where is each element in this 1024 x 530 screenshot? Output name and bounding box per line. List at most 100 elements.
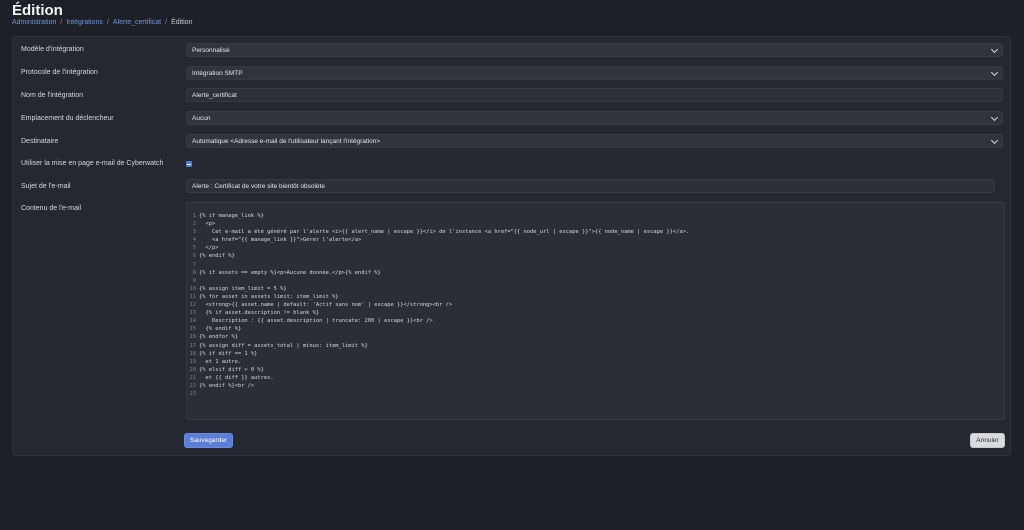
breadcrumb-separator: / <box>106 19 109 26</box>
line-number: 10 <box>189 285 197 292</box>
line-number: 12 <box>189 302 197 309</box>
code-text: {% assign diff = assets_total | minus: i… <box>199 342 368 349</box>
code-text: {% if assets == empty %}<p>Aucune donnée… <box>199 269 381 276</box>
code-text: {% endif %}<br /> <box>199 382 255 389</box>
model-select[interactable]: Personnalisé <box>186 43 1003 57</box>
line-number: 17 <box>189 342 197 349</box>
subject-input[interactable]: Alerte : Certificat de votre site bientô… <box>186 179 995 193</box>
model-label: Modèle d'intégration <box>21 46 84 53</box>
code-line: 18 {% if diff == 1 %} <box>187 350 1004 358</box>
code-line: 4 <a href="{{ manage_link }}">Gérer l'al… <box>187 236 1004 244</box>
code-line: 5 </p> <box>187 244 1004 252</box>
line-number: 13 <box>189 310 197 317</box>
layout-label: Utiliser la mise en page e-mail de Cyber… <box>21 160 164 167</box>
line-number: 11 <box>189 293 197 300</box>
code-text: et 1 autre. <box>199 358 242 365</box>
code-line: 8 {% if assets == empty %}<p>Aucune donné… <box>187 269 1004 277</box>
code-line: 12 <strong>{{ asset.name | default: 'Act… <box>187 301 1004 309</box>
name-input-value: Alerte_certificat <box>192 91 237 99</box>
code-line: 11 {% for asset in assets limit: item_lim… <box>187 293 1004 301</box>
line-number: 2 <box>192 221 196 228</box>
line-number: 20 <box>189 366 197 373</box>
code-line: 15 {% endif %} <box>187 325 1004 333</box>
code-text: {% if diff == 1 %} <box>199 350 258 357</box>
cancel-button[interactable]: Annuler <box>970 433 1005 448</box>
breadcrumb-current: Édition <box>171 19 193 26</box>
breadcrumb-separator: / <box>60 19 63 26</box>
line-number: 1 <box>192 213 196 219</box>
code-line: 22 {% endif %}<br /> <box>187 382 1004 390</box>
code-text: <a href="{{ manage_link }}">Gérer l'aler… <box>199 237 362 244</box>
protocol-select-value: Intégration SMTP <box>192 69 243 77</box>
layout-checkbox[interactable] <box>186 161 192 167</box>
code-text: Description : {{ asset.description | tru… <box>199 318 433 325</box>
code-line: 3 Cet e-mail a été généré par l'alerte <… <box>187 228 1004 236</box>
model-select-value: Personnalisé <box>192 46 230 54</box>
line-number: 8 <box>192 269 196 276</box>
chevron-down-icon <box>990 68 999 77</box>
breadcrumb: Administration / Intégrations / Alerte_c… <box>12 19 192 26</box>
code-line: 10 {% assign item_limit = 5 %} <box>187 285 1004 293</box>
code-text: {% elsif diff > 0 %} <box>199 366 264 373</box>
chevron-down-icon <box>990 113 999 122</box>
trigger-label: Emplacement du déclencheur <box>21 115 114 122</box>
code-text: {% endif %} <box>199 326 242 333</box>
line-number: 3 <box>192 229 196 236</box>
code-line: 17 {% assign diff = assets_total | minus:… <box>187 342 1004 350</box>
breadcrumb-separator: / <box>165 19 168 26</box>
code-line: 9 <box>187 277 1004 285</box>
code-line: 23 <box>187 390 1004 398</box>
code-text: {% for asset in assets limit: item_limit… <box>199 293 339 300</box>
chevron-down-icon <box>990 45 999 54</box>
name-label: Nom de l'intégration <box>21 92 84 99</box>
breadcrumb-administration[interactable]: Administration <box>12 19 56 26</box>
trigger-select-value: Aucun <box>192 114 211 122</box>
code-text: <p> <box>199 221 216 228</box>
code-editor[interactable]: 1 {% if manage_link %} 2 <p> 3 Cet e-mail a… <box>186 202 1005 420</box>
recipient-label: Destinataire <box>21 138 59 145</box>
breadcrumb-alerte-certificat[interactable]: Alerte_certificat <box>113 19 161 26</box>
line-number: 9 <box>192 277 196 284</box>
line-number: 7 <box>192 261 196 268</box>
code-text: {% if asset.description != blank %} <box>199 310 320 317</box>
line-number: 16 <box>189 334 197 341</box>
line-number: 18 <box>189 350 197 357</box>
code-line: 14 Description : {{ asset.description | … <box>187 317 1004 325</box>
code-line: 21 et {{ diff }} autres. <box>187 374 1004 382</box>
code-line: 16 {% endfor %} <box>187 333 1004 341</box>
subject-input-value: Alerte : Certificat de votre site bientô… <box>192 182 325 190</box>
code-text: Cet e-mail a été généré par l'alerte <i>… <box>199 229 690 236</box>
line-number: 6 <box>192 253 196 260</box>
code-text: et {{ diff }} autres. <box>199 374 274 381</box>
save-button[interactable]: Sauvegarder <box>184 433 233 448</box>
line-number: 22 <box>189 382 197 389</box>
integration-form: Modèle d'intégration Personnalisé Protoc… <box>12 36 1011 456</box>
protocol-select[interactable]: Intégration SMTP <box>186 66 1003 80</box>
code-line: 13 {% if asset.description != blank %} <box>187 309 1004 317</box>
trigger-select[interactable]: Aucun <box>186 111 1003 125</box>
line-number: 21 <box>189 374 197 381</box>
recipient-select-value: Automatique <Adresse e-mail de l'utilisa… <box>192 137 381 145</box>
code-text: {% endif %} <box>199 253 235 260</box>
line-number: 14 <box>189 318 197 325</box>
protocol-label: Protocole de l'intégration <box>21 69 98 76</box>
code-text: <strong>{{ asset.name | default: 'Actif … <box>199 302 453 309</box>
code-line: 7 <box>187 261 1004 269</box>
code-line: 20 {% elsif diff > 0 %} <box>187 366 1004 374</box>
code-line: 2 <p> <box>187 220 1004 228</box>
line-number: 23 <box>189 391 197 398</box>
code-text: {% endfor %} <box>199 334 238 341</box>
recipient-select[interactable]: Automatique <Adresse e-mail de l'utilisa… <box>186 134 1003 148</box>
chevron-down-icon <box>990 136 999 145</box>
subject-label: Sujet de l'e-mail <box>21 183 71 190</box>
breadcrumb-integrations[interactable]: Intégrations <box>66 19 103 26</box>
line-number: 4 <box>192 237 196 244</box>
code-line: 6 {% endif %} <box>187 252 1004 260</box>
line-number: 19 <box>189 358 197 365</box>
code-line: 19 et 1 autre. <box>187 358 1004 366</box>
page-title: Édition <box>12 2 63 19</box>
name-input[interactable]: Alerte_certificat <box>186 88 1003 102</box>
line-number: 15 <box>189 326 197 333</box>
line-number: 5 <box>192 245 196 252</box>
content-label: Contenu de l'e-mail <box>21 205 82 212</box>
